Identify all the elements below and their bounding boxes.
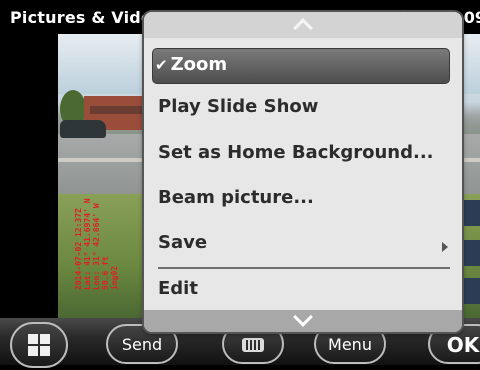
menu-scroll-down[interactable] <box>144 307 462 332</box>
submenu-arrow-icon <box>442 242 448 252</box>
chevron-up-icon <box>293 18 313 38</box>
menu-item-label: Play Slide Show <box>158 96 319 117</box>
stamp-line: 50.6 ft <box>101 256 110 290</box>
photo-gps-stamp: 2014-07-02 12:37Z Lat: 41° 41.6974' N Lo… <box>74 198 119 290</box>
menu-item-label: Zoom <box>170 54 228 75</box>
menu-item-label: Beam picture... <box>158 187 314 208</box>
clock: 09 <box>463 8 480 27</box>
menu-item-zoom[interactable]: ✔ Zoom <box>152 48 450 84</box>
menu-item-edit[interactable]: Edit <box>158 270 452 308</box>
menu-item-beam-picture[interactable]: Beam picture... <box>158 179 452 217</box>
stamp-line: img02 <box>110 265 119 290</box>
chevron-down-icon <box>293 307 313 327</box>
zoom-tool-icon[interactable] <box>460 240 480 266</box>
menu-item-label: Set as Home Background... <box>158 142 434 163</box>
menu-item-label: Save <box>158 232 208 253</box>
stamp-line: Lat: 41° 41.6974' N <box>83 198 92 290</box>
checkmark-icon: ✔ <box>155 56 168 74</box>
menu-item-save[interactable]: Save <box>158 224 452 262</box>
windows-flag-icon <box>28 334 50 356</box>
menu-scroll-up[interactable] <box>144 12 462 38</box>
stamp-line: 2014-07-02 12:37Z <box>74 208 83 290</box>
start-button[interactable] <box>10 322 68 368</box>
context-menu: ✔ Zoom Play Slide Show Set as Home Backgr… <box>144 12 462 332</box>
stamp-line: Lon: 31° 42.864' W <box>92 203 101 290</box>
photo-car <box>60 120 106 138</box>
menu-item-play-slide-show[interactable]: Play Slide Show <box>158 88 452 126</box>
menu-item-set-home-background[interactable]: Set as Home Background... <box>158 134 452 172</box>
crop-tool-icon[interactable] <box>460 278 480 304</box>
photo-letterbox <box>0 34 58 318</box>
menu-separator <box>158 267 450 269</box>
keyboard-icon <box>242 338 264 352</box>
menu-item-label: Edit <box>158 278 198 299</box>
fit-screen-tool-icon[interactable] <box>460 200 480 226</box>
